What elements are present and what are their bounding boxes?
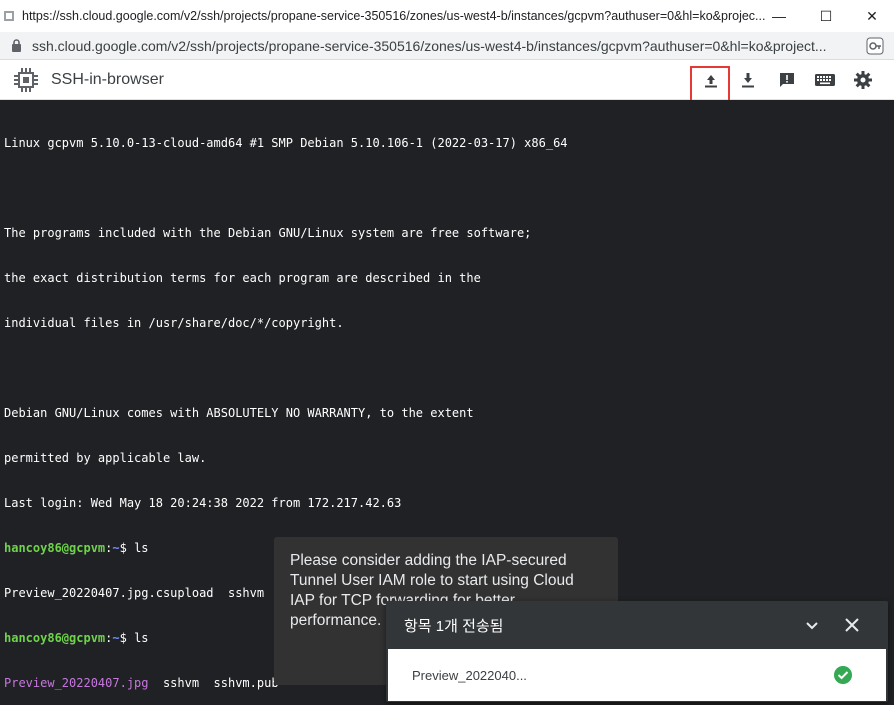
key-icon[interactable]	[866, 37, 884, 55]
terminal-line: Last login: Wed May 18 20:24:38 2022 fro…	[4, 496, 402, 510]
transfer-panel-title: 항목 1개 전송됨	[404, 617, 504, 635]
terminal-line: Debian GNU/Linux comes with ABSOLUTELY N…	[4, 406, 474, 420]
maximize-button[interactable]: ☐	[803, 0, 849, 32]
prompt-path: ~	[112, 541, 120, 555]
feedback-icon[interactable]	[771, 64, 803, 96]
upload-highlight-box	[690, 66, 730, 102]
file-list-text: sshvm sshvm.pub	[148, 676, 279, 690]
prompt-user: hancoy86@gcpvm	[4, 541, 106, 555]
command-text: ls	[134, 631, 149, 645]
download-file-icon[interactable]	[732, 64, 764, 96]
app-title: SSH-in-browser	[51, 70, 164, 88]
prompt-path: ~	[112, 631, 120, 645]
close-window-button[interactable]: ✕	[849, 0, 894, 32]
command-text: ls	[134, 541, 149, 555]
lock-icon[interactable]	[8, 38, 24, 54]
transfer-item[interactable]: Preview_2022040...	[388, 649, 886, 701]
chevron-down-icon[interactable]	[800, 613, 824, 637]
transfer-panel-header: 항목 1개 전송됨	[386, 601, 888, 649]
transfer-panel: 항목 1개 전송됨 Preview_2022040...	[386, 601, 888, 702]
transfer-file-name: Preview_2022040...	[412, 667, 527, 683]
terminal-line: Linux gcpvm 5.10.0-13-cloud-amd64 #1 SMP…	[4, 136, 568, 150]
prompt-symbol: $	[119, 541, 135, 555]
check-circle-icon	[833, 665, 853, 685]
prompt-user: hancoy86@gcpvm	[4, 631, 106, 645]
page-favicon-icon	[2, 9, 16, 23]
url-text[interactable]: ssh.cloud.google.com/v2/ssh/projects/pro…	[32, 38, 862, 54]
terminal-line: the exact distribution terms for each pr…	[4, 271, 481, 285]
address-bar: ssh.cloud.google.com/v2/ssh/projects/pro…	[0, 32, 894, 60]
terminal-line: individual files in /usr/share/doc/*/cop…	[4, 316, 344, 330]
terminal-line: The programs included with the Debian GN…	[4, 226, 532, 240]
prompt-symbol: $	[119, 631, 135, 645]
keyboard-icon[interactable]	[809, 64, 841, 96]
compute-engine-chip-icon	[13, 67, 39, 93]
image-file-name: Preview_20220407.jpg	[4, 676, 149, 690]
minimize-button[interactable]: —	[756, 0, 802, 32]
terminal-line: permitted by applicable law.	[4, 451, 207, 465]
settings-gear-icon[interactable]	[847, 64, 879, 96]
close-icon[interactable]	[840, 613, 864, 637]
window-title: https://ssh.cloud.google.com/v2/ssh/proj…	[22, 9, 766, 23]
